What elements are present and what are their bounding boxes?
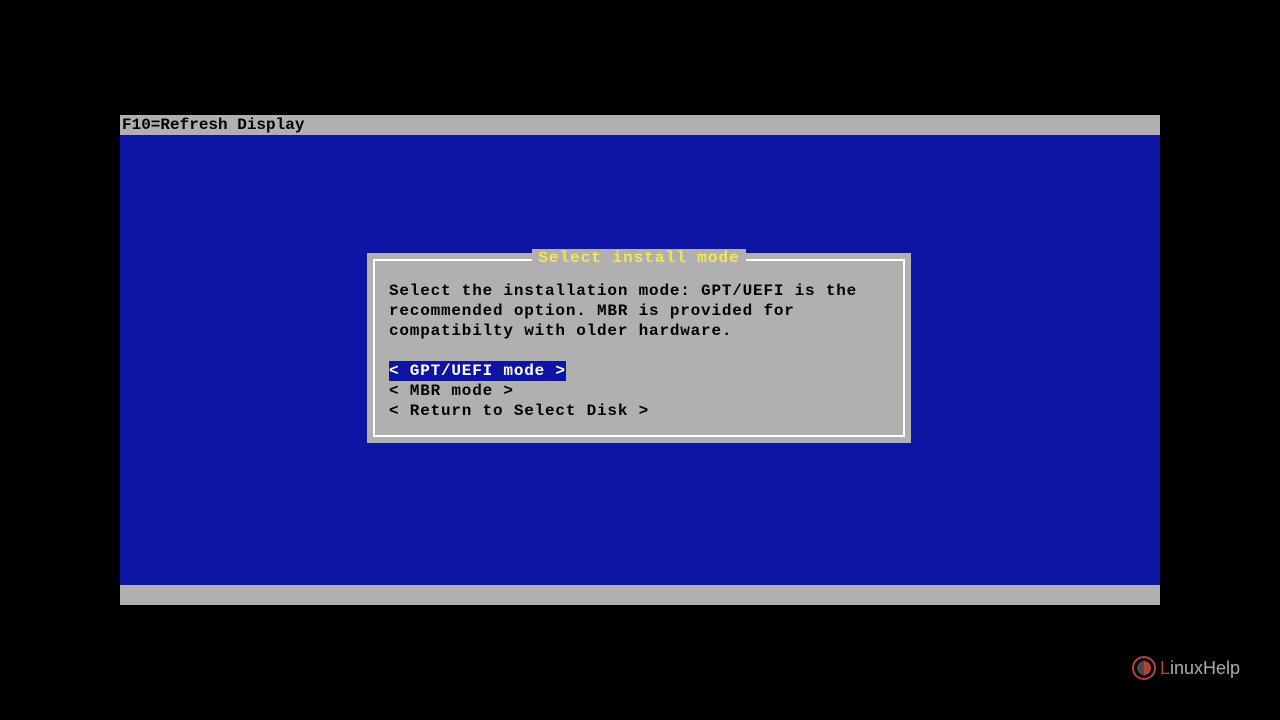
terminal-screen: F10=Refresh Display Select install mode … (120, 115, 1160, 605)
logo-icon (1132, 656, 1156, 680)
dialog-title-wrap: Select install mode (375, 249, 903, 267)
linuxhelp-logo: LinuxHelp (1132, 656, 1240, 680)
logo-text: LinuxHelp (1160, 658, 1240, 679)
dialog-description: Select the installation mode: GPT/UEFI i… (389, 281, 889, 341)
option-mbr[interactable]: < MBR mode > (389, 381, 514, 401)
dialog-title: Select install mode (532, 249, 745, 267)
top-hint-bar: F10=Refresh Display (120, 115, 1160, 135)
dialog-frame: Select install mode Select the installat… (373, 259, 905, 437)
install-mode-dialog: Select install mode Select the installat… (367, 253, 911, 443)
option-gpt-uefi[interactable]: < GPT/UEFI mode > (389, 361, 566, 381)
option-return[interactable]: < Return to Select Disk > (389, 401, 649, 421)
menu-options: < GPT/UEFI mode > < MBR mode > < Return … (389, 361, 889, 421)
bottom-bar (120, 585, 1160, 605)
